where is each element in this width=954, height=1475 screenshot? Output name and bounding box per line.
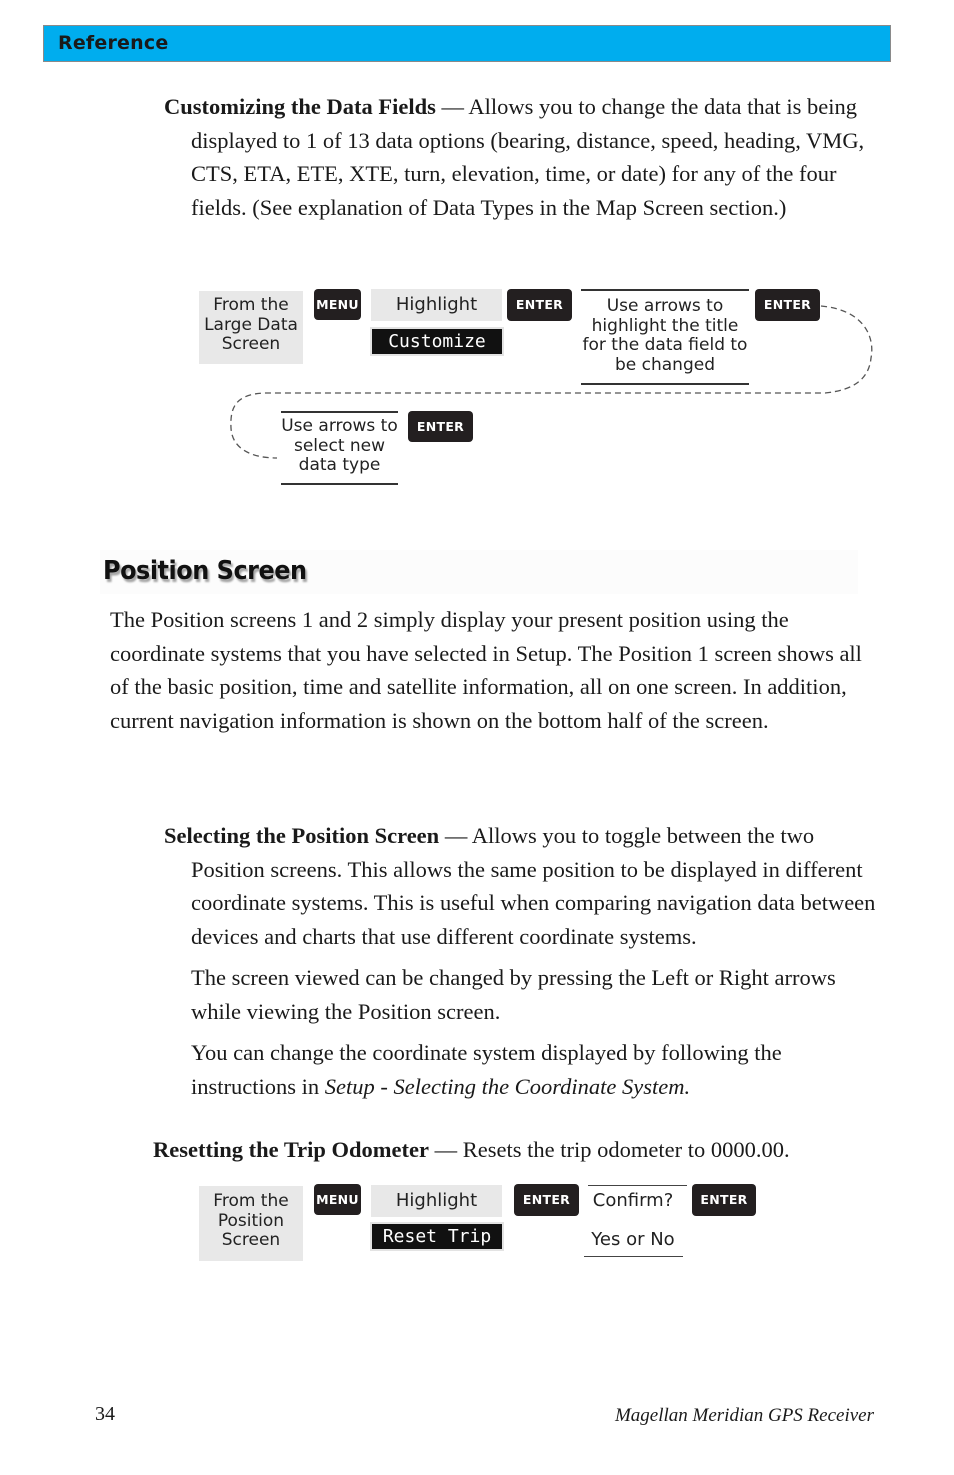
confirm-top-rule xyxy=(588,1185,687,1186)
confirm-label: Confirm? xyxy=(592,1190,674,1211)
customizing-term: Customizing the Data Fields xyxy=(164,94,436,119)
menu-key[interactable]: MENU xyxy=(314,1184,361,1215)
book-title: Magellan Meridian GPS Receiver xyxy=(614,1405,874,1426)
cross-reference: Setup - Selecting the Coordinate System. xyxy=(324,1073,691,1099)
position-intro-paragraph: The Position screens 1 and 2 simply disp… xyxy=(110,607,862,733)
enter-key[interactable]: ENTER xyxy=(514,1184,579,1216)
resetting-term: Resetting the Trip Odometer xyxy=(153,1137,429,1162)
enter-key[interactable]: ENTER xyxy=(692,1184,756,1216)
selecting-paragraph: Selecting the Position Screen — Allows y… xyxy=(164,819,891,953)
flow2-start-box: From the Position Screen xyxy=(199,1186,303,1261)
resetting-paragraph: Resetting the Trip Odometer — Resets the… xyxy=(153,1133,873,1167)
step-line: select new xyxy=(293,435,386,456)
confirm-bottom-rule xyxy=(584,1256,683,1257)
section-header-bar: Reference xyxy=(43,25,891,62)
selecting-paragraph-3: You can change the coordinate system dis… xyxy=(191,1036,861,1103)
step-line: Use arrows to xyxy=(281,416,398,436)
flow2-start-line: Screen xyxy=(221,1230,281,1250)
section-heading: Position Screen xyxy=(103,556,307,586)
selecting-term: Selecting the Position Screen xyxy=(164,823,440,848)
yes-or-no-label: Yes or No xyxy=(591,1229,675,1250)
customizing-paragraph: Customizing the Data Fields — Allows you… xyxy=(164,90,891,224)
flow1-step-select-type: Use arrows to select new data type xyxy=(281,411,398,485)
section-header-title: Reference xyxy=(58,32,169,54)
highlight-label: Highlight xyxy=(371,1185,502,1217)
enter-key[interactable]: ENTER xyxy=(408,411,473,442)
page-number: 34 xyxy=(95,1403,115,1425)
flow2-start-line: Position xyxy=(217,1210,285,1231)
step-line: data type xyxy=(298,455,381,475)
flow2-start-line: From the xyxy=(213,1191,289,1211)
resetting-text: — Resets the trip odometer to 0000.00. xyxy=(429,1137,790,1162)
lcd-option-reset-trip[interactable]: Reset Trip xyxy=(370,1222,504,1251)
selecting-paragraph-2: The screen viewed can be changed by pres… xyxy=(191,965,836,1024)
